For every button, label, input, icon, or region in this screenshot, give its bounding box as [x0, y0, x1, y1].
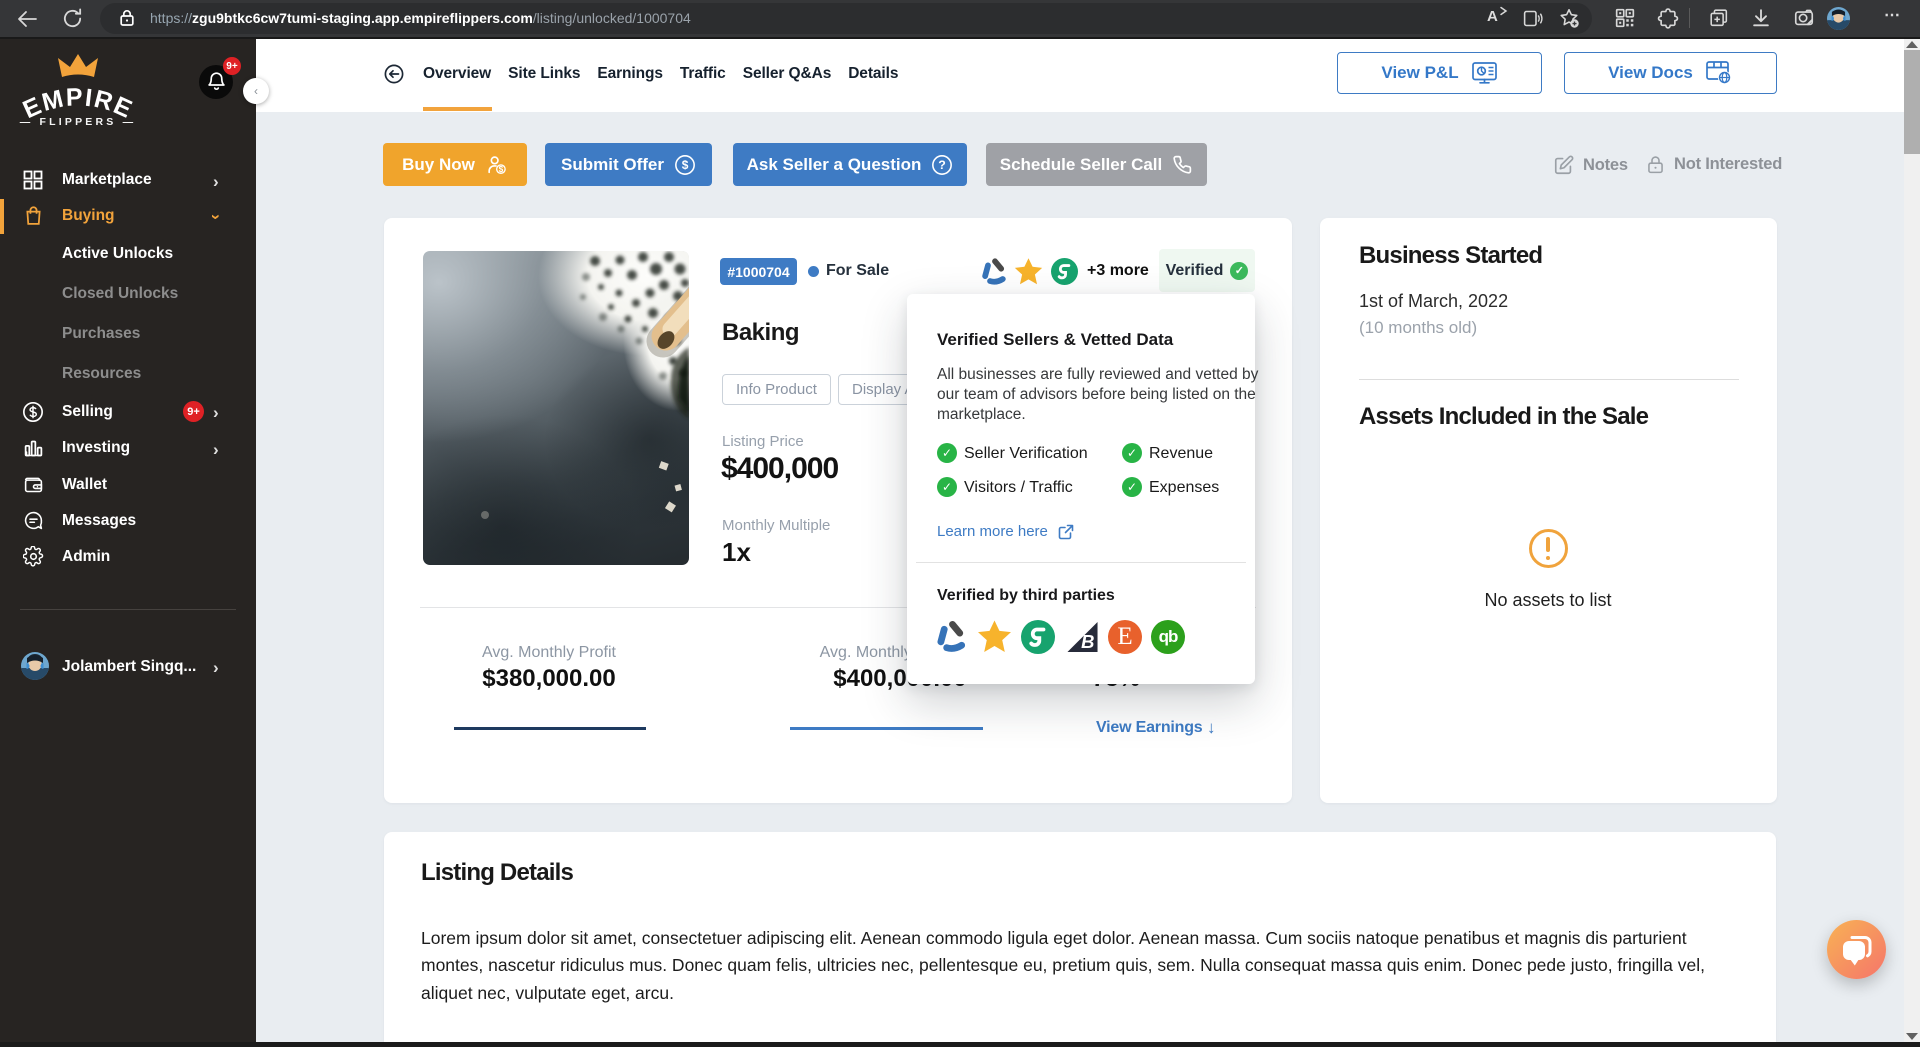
svg-text:B: B [1081, 631, 1094, 652]
svg-text:$: $ [682, 158, 689, 172]
svg-text:?: ? [939, 158, 947, 172]
svg-text:$: $ [498, 164, 503, 173]
svg-text:— FLIPPERS —: — FLIPPERS — [20, 116, 137, 128]
